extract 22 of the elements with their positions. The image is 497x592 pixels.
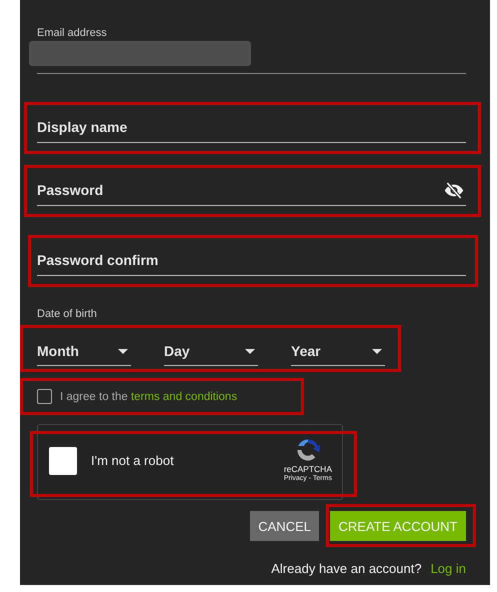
login-prompt: Already have an account? <box>271 561 422 576</box>
dropdown[interactable]: Day <box>164 338 258 366</box>
checkbox[interactable] <box>37 389 52 404</box>
agree-text: I agree to the terms and conditions <box>60 390 238 402</box>
caret-icon <box>118 348 128 354</box>
recaptcha-brand: reCAPTCHA <box>284 465 332 474</box>
cancel-button[interactable]: CANCEL <box>250 511 319 541</box>
dropdown[interactable]: Year <box>291 338 385 366</box>
eye-slash-icon[interactable] <box>444 182 464 198</box>
recaptcha-logo-icon <box>294 437 321 464</box>
dropdown[interactable]: Month <box>37 338 131 366</box>
robot-checkbox[interactable] <box>49 447 77 475</box>
caret-icon <box>372 348 382 354</box>
field-label: Date of birth <box>37 307 98 321</box>
caret-icon <box>245 348 255 354</box>
text-field[interactable]: Password <box>37 178 466 206</box>
field-label: Email address <box>37 26 108 40</box>
text-field[interactable]: Password confirm <box>37 248 466 276</box>
login-link[interactable]: Log in <box>430 561 466 576</box>
text-field[interactable]: Display name <box>37 115 466 143</box>
terms-link[interactable]: terms and conditions <box>130 390 238 402</box>
robot-label: I'm not a robot <box>91 452 175 468</box>
